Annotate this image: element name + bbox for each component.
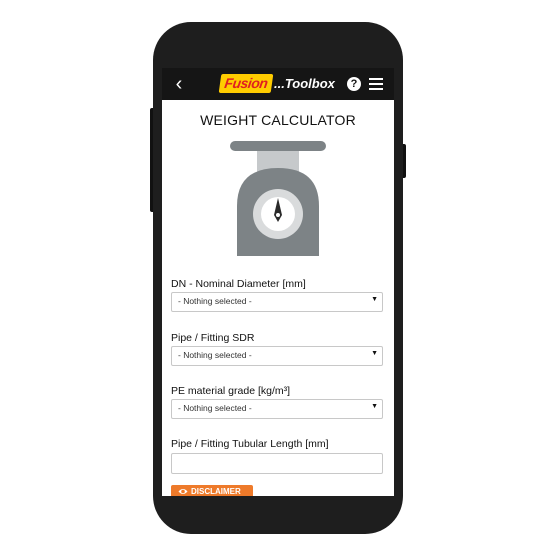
sdr-select[interactable]: - Nothing selected - ▼ xyxy=(171,346,383,366)
pe-grade-label: PE material grade [kg/m³] xyxy=(171,385,291,397)
disclaimer-label: DISCLAIMER xyxy=(191,487,241,496)
tubular-length-input[interactable] xyxy=(171,453,383,474)
chevron-left-icon[interactable]: ‹ xyxy=(168,72,190,96)
caret-down-icon: ▼ xyxy=(371,296,378,303)
pe-grade-select[interactable]: - Nothing selected - ▼ xyxy=(171,399,383,419)
tubular-length-label: Pipe / Fitting Tubular Length [mm] xyxy=(171,438,329,450)
weighing-scale-icon xyxy=(230,141,326,256)
help-icon[interactable]: ? xyxy=(347,77,361,91)
nominal-diameter-label: DN - Nominal Diameter [mm] xyxy=(171,278,306,290)
disclaimer-button[interactable]: DISCLAIMER xyxy=(171,485,253,496)
fusion-logo: Fusion xyxy=(218,74,274,93)
select-value: - Nothing selected - xyxy=(178,296,252,306)
sdr-label: Pipe / Fitting SDR xyxy=(171,332,255,344)
caret-down-icon: ▼ xyxy=(371,350,378,357)
app-header: ‹ Fusion ...Toolbox ? xyxy=(162,68,394,100)
select-value: - Nothing selected - xyxy=(178,403,252,413)
app-screen: ‹ Fusion ...Toolbox ? WEIGHT CALCULATOR … xyxy=(162,68,394,496)
nominal-diameter-select[interactable]: - Nothing selected - ▼ xyxy=(171,292,383,312)
page-title: WEIGHT CALCULATOR xyxy=(200,112,356,128)
hamburger-menu-icon[interactable] xyxy=(369,77,383,91)
select-value: - Nothing selected - xyxy=(178,350,252,360)
logo-text: Fusion xyxy=(223,75,269,91)
eye-icon xyxy=(178,489,188,494)
app-title: ...Toolbox xyxy=(274,76,335,91)
caret-down-icon: ▼ xyxy=(371,403,378,410)
